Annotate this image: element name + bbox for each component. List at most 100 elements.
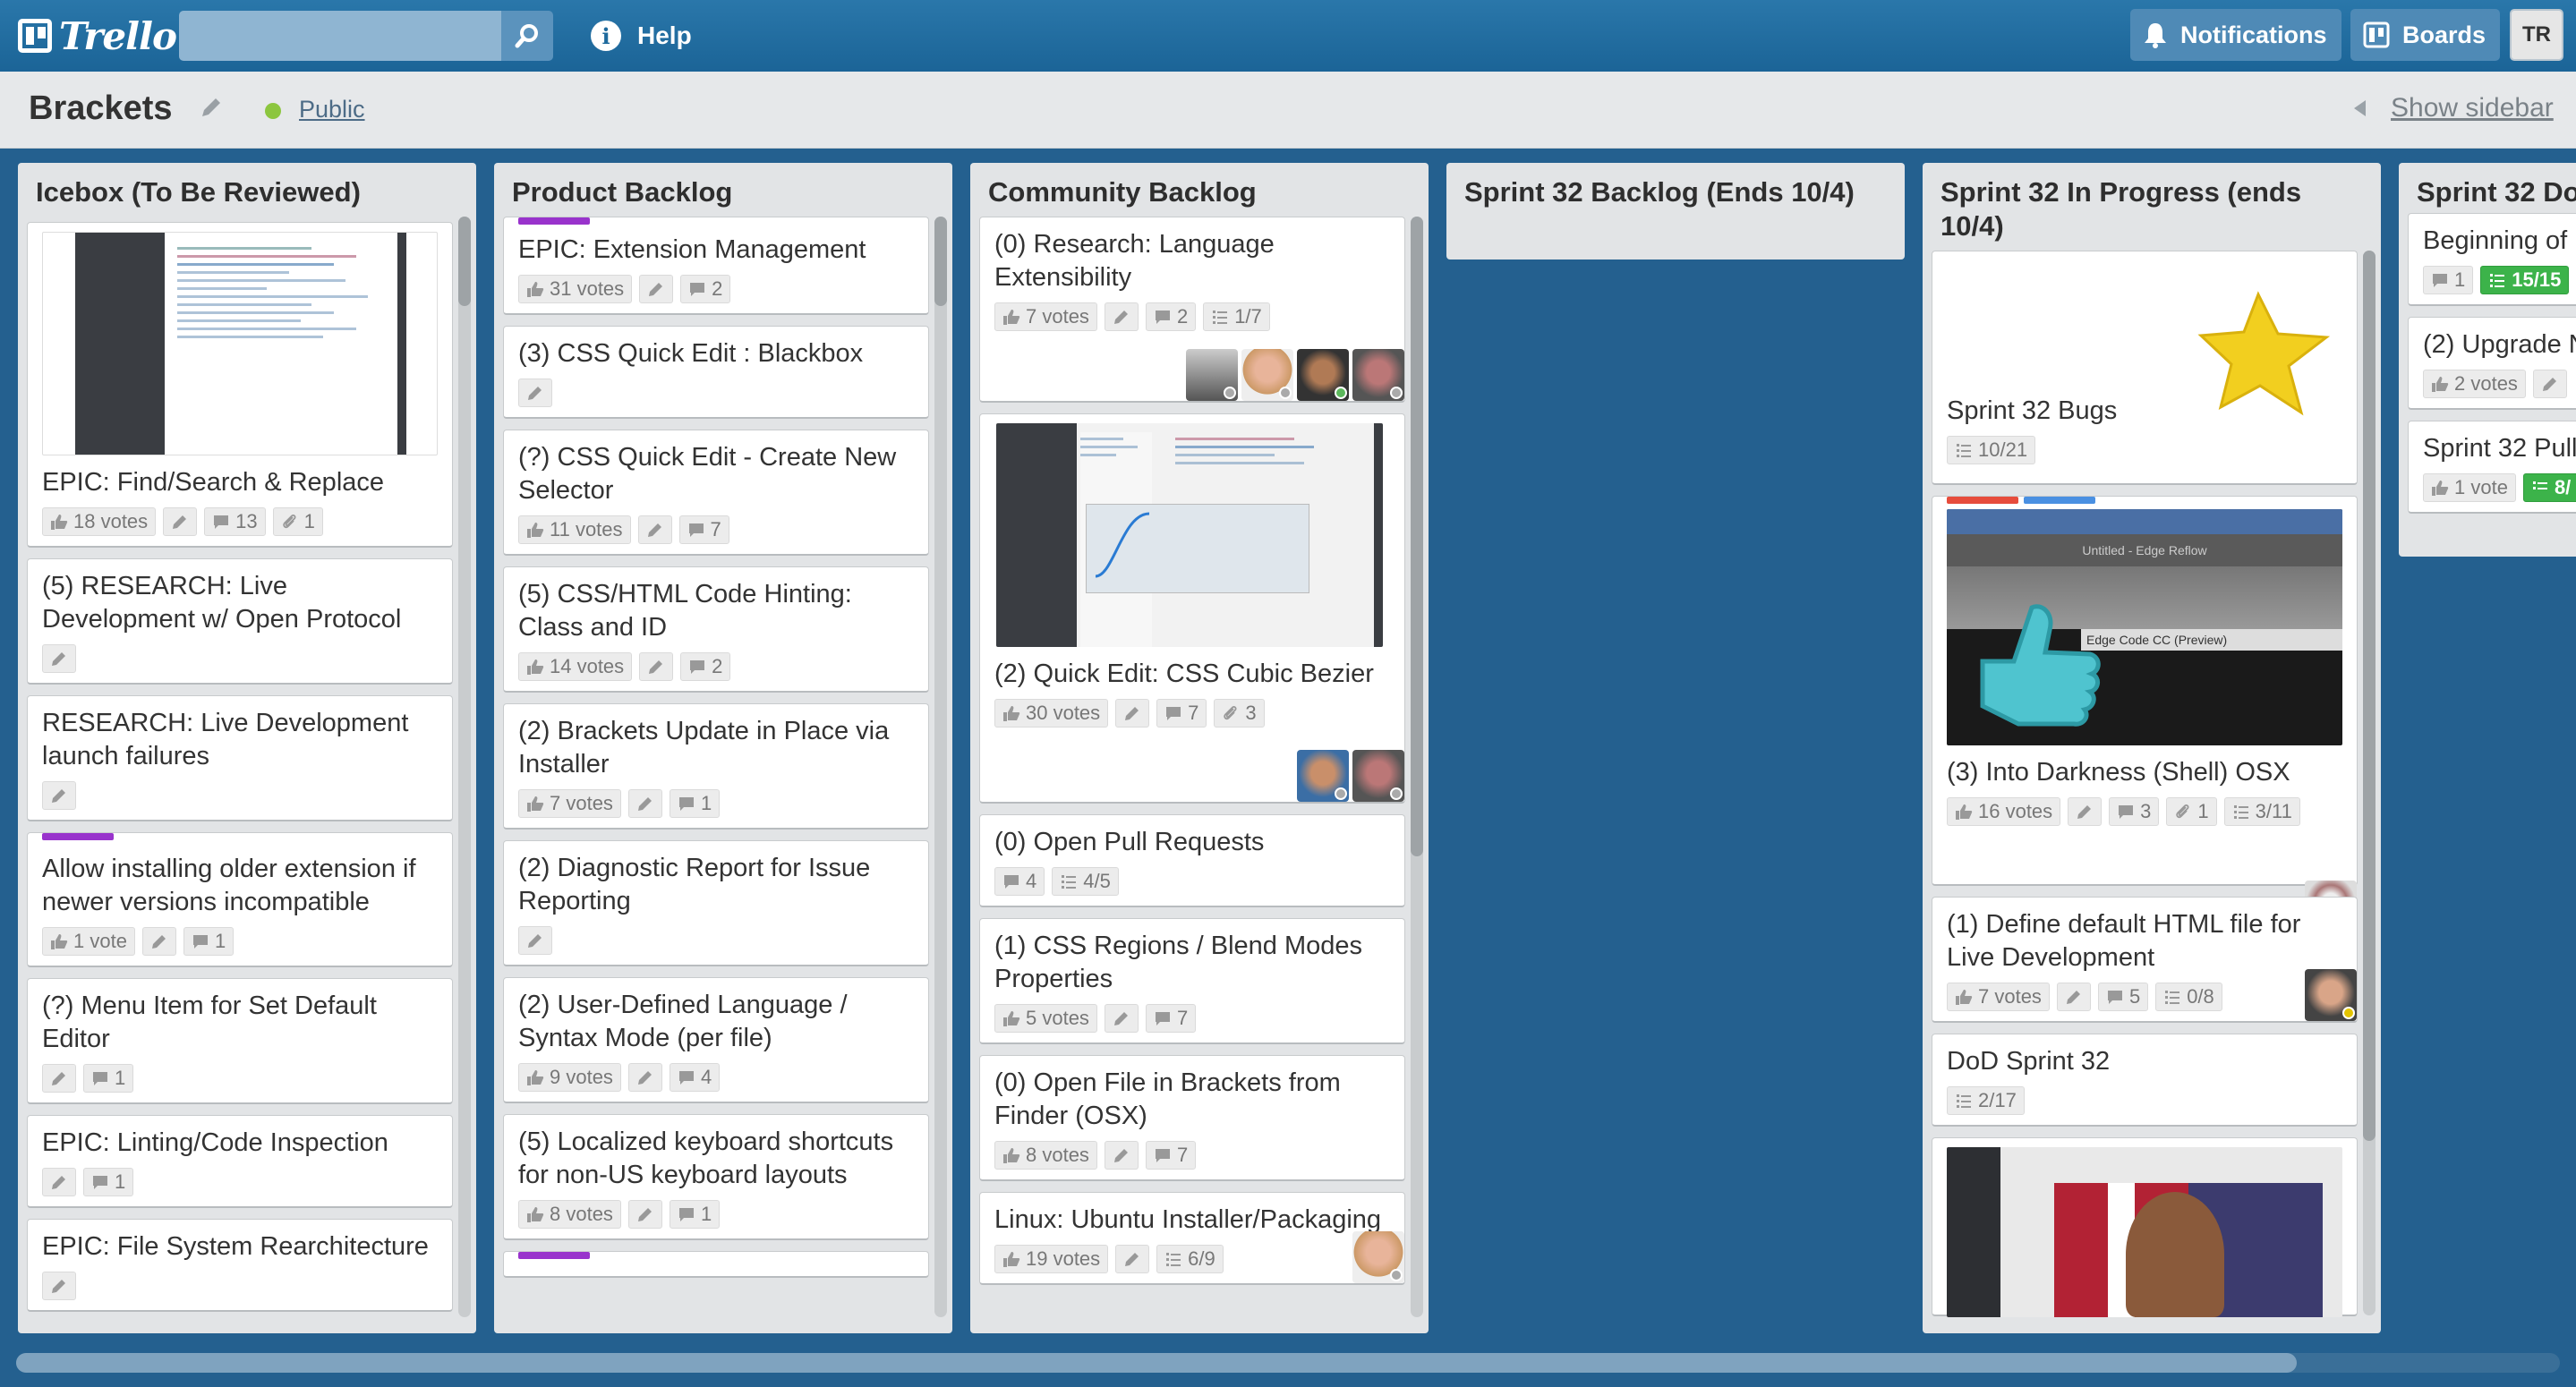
votes-count: 16 votes: [1978, 800, 2053, 822]
show-sidebar-label: Show sidebar: [2391, 93, 2554, 123]
list-title[interactable]: Product Backlog: [512, 175, 732, 209]
member-avatar[interactable]: [1297, 349, 1349, 401]
notifications-button[interactable]: Notifications: [2130, 9, 2341, 61]
board-title[interactable]: Brackets: [29, 89, 173, 128]
visibility-link[interactable]: Public: [299, 96, 365, 123]
card-title: Allow installing older extension if newe…: [42, 855, 416, 916]
list-scrollbar[interactable]: [1411, 217, 1423, 1317]
member-avatar[interactable]: [2305, 969, 2357, 1021]
card[interactable]: Untitled - Edge Reflow Edge Code CC (Pre…: [1932, 496, 2358, 932]
pencil-icon: [636, 1205, 654, 1223]
card[interactable]: EPIC: Linting/Code Inspection 1: [27, 1115, 453, 1208]
card[interactable]: (2) Quick Edit: CSS Cubic Bezier 30 vote…: [979, 413, 1405, 804]
member-avatar[interactable]: [1352, 750, 1404, 802]
description-badge: [627, 1063, 662, 1092]
boards-button[interactable]: Boards: [2350, 9, 2501, 61]
votes-badge: 2 votes: [2423, 370, 2526, 398]
card[interactable]: Allow installing older extension if newe…: [27, 832, 453, 967]
description-badge: [141, 927, 176, 956]
search-button[interactable]: [501, 11, 553, 61]
card[interactable]: Linux: Ubuntu Installer/Packaging 19 vot…: [979, 1192, 1405, 1285]
card[interactable]: (0) Open File in Brackets from Finder (O…: [979, 1055, 1405, 1181]
card-title: Linux: Ubuntu Installer/Packaging: [994, 1205, 1382, 1234]
card[interactable]: (?) Menu Item for Set Default Editor 1: [27, 978, 453, 1104]
list-scrollbar[interactable]: [2363, 251, 2376, 1315]
card[interactable]: Beginning of 1 15/15: [2408, 213, 2576, 306]
comments-badge: 4: [994, 867, 1045, 896]
votes-badge: 7 votes: [518, 789, 621, 818]
comments-badge: 5: [2097, 983, 2149, 1011]
edit-pencil-icon[interactable]: [199, 95, 224, 124]
card[interactable]: EPIC: Extension Management 31 votes 2: [503, 217, 929, 315]
scrollbar-thumb[interactable]: [16, 1353, 2297, 1373]
card[interactable]: [1932, 1137, 2358, 1317]
list-scrollbar[interactable]: [934, 217, 947, 1317]
card[interactable]: (5) Localized keyboard shortcuts for non…: [503, 1114, 929, 1240]
card[interactable]: (1) CSS Regions / Blend Modes Properties…: [979, 918, 1405, 1044]
description-badge: [42, 1272, 76, 1300]
checklist-count: 6/9: [1188, 1247, 1215, 1270]
pencil-icon: [2541, 375, 2559, 393]
list-title[interactable]: Icebox (To Be Reviewed): [36, 175, 361, 209]
list-title[interactable]: Sprint 32 In Progress (ends 10/4): [1941, 175, 2316, 243]
card[interactable]: (2) Diagnostic Report for Issue Reportin…: [503, 840, 929, 966]
card[interactable]: (5) CSS/HTML Code Hinting: Class and ID …: [503, 566, 929, 693]
card[interactable]: (0) Research: Language Extensibility 7 v…: [979, 217, 1405, 403]
thumbs-up-icon: [1002, 1250, 1020, 1268]
help-link[interactable]: i Help: [591, 18, 692, 54]
comments-count: 7: [710, 518, 721, 540]
card[interactable]: (1) Define default HTML file for Live De…: [1932, 897, 2358, 1023]
pencil-icon: [1113, 1146, 1130, 1164]
checklist-count: 0/8: [2187, 985, 2214, 1008]
search-input[interactable]: [179, 11, 501, 61]
list-scrollbar[interactable]: [458, 217, 471, 1317]
card[interactable]: Sprint 32 Bugs 10/21: [1932, 251, 2358, 485]
show-sidebar-link[interactable]: Show sidebar: [2354, 93, 2554, 123]
card[interactable]: (3) CSS Quick Edit : Blackbox: [503, 326, 929, 419]
list-title[interactable]: Sprint 32 Done: [2417, 175, 2576, 209]
cards-container: Sprint 32 Bugs 10/21 Untitled - Edge Ref…: [1932, 251, 2358, 1333]
card-title: (2) User-Defined Language / Syntax Mode …: [518, 991, 848, 1052]
votes-count: 8 votes: [550, 1203, 613, 1225]
pencil-icon: [50, 1277, 68, 1295]
list-title[interactable]: Sprint 32 Backlog (Ends 10/4): [1464, 175, 1855, 209]
card[interactable]: (2) User-Defined Language / Syntax Mode …: [503, 977, 929, 1103]
thumbs-up-icon: [526, 658, 544, 676]
card[interactable]: (2) Brackets Update in Place via Install…: [503, 703, 929, 830]
votes-count: 30 votes: [1026, 702, 1101, 724]
trello-logo[interactable]: Trello: [18, 13, 177, 59]
member-avatar[interactable]: [1297, 750, 1349, 802]
card[interactable]: [503, 1251, 929, 1278]
card[interactable]: (0) Open Pull Requests 4 4/5: [979, 814, 1405, 907]
votes-count: 1 vote: [2454, 476, 2508, 498]
votes-badge: 7 votes: [994, 302, 1097, 331]
card[interactable]: (2) Upgrade N 2 votes: [2408, 317, 2576, 410]
list-title[interactable]: Community Backlog: [988, 175, 1257, 209]
board-header: Brackets Public Show sidebar: [0, 72, 2576, 149]
card[interactable]: DoD Sprint 32 2/17: [1932, 1034, 2358, 1127]
member-avatar[interactable]: [1186, 349, 1238, 401]
card-title: (1) Define default HTML file for Live De…: [1947, 910, 2301, 972]
user-avatar[interactable]: TR: [2510, 9, 2563, 61]
description-badge: [637, 515, 672, 544]
comment-icon: [1002, 872, 1020, 890]
card[interactable]: (?) CSS Quick Edit - Create New Selector…: [503, 430, 929, 556]
comments-badge: 2: [680, 652, 731, 681]
card-members: [2305, 969, 2357, 1021]
pencil-icon: [50, 650, 68, 668]
member-avatar[interactable]: [1352, 349, 1404, 401]
comments-count: 7: [1176, 1007, 1189, 1029]
card[interactable]: EPIC: File System Rearchitecture: [27, 1219, 453, 1312]
comments-count: 4: [1026, 870, 1037, 892]
card[interactable]: Sprint 32 Pull 1 vote 8/: [2408, 421, 2576, 514]
comments-badge: 7: [1145, 1004, 1197, 1033]
card-badges: 18 votes 13 1: [42, 506, 438, 537]
member-avatar[interactable]: [1241, 349, 1293, 401]
comment-icon: [678, 1205, 695, 1223]
card[interactable]: EPIC: Find/Search & Replace 18 votes 13 …: [27, 222, 453, 548]
board-horizontal-scrollbar[interactable]: [16, 1353, 2560, 1373]
card[interactable]: (5) RESEARCH: Live Development w/ Open P…: [27, 558, 453, 685]
card[interactable]: RESEARCH: Live Development launch failur…: [27, 695, 453, 821]
member-avatar[interactable]: [1352, 1231, 1404, 1283]
attachments-badge: 1: [272, 507, 323, 536]
